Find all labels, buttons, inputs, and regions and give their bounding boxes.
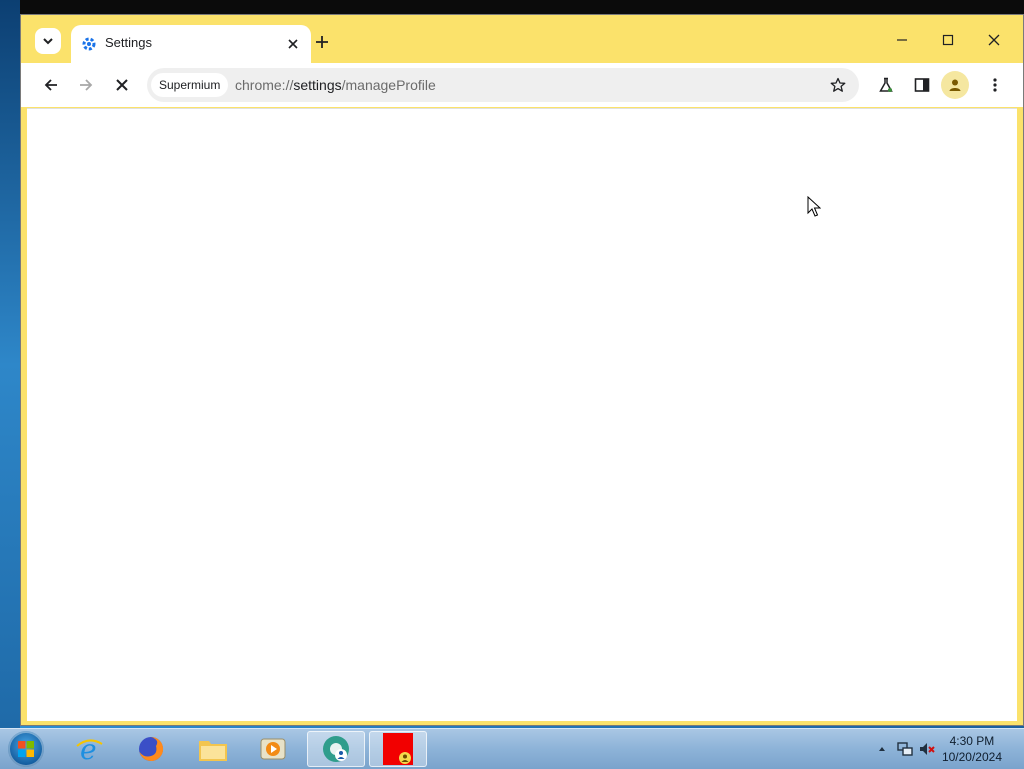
firefox-icon	[139, 736, 164, 761]
tab-strip: Settings	[21, 15, 1023, 63]
minimize-button[interactable]	[891, 29, 913, 51]
start-button[interactable]	[8, 731, 44, 767]
side-panel-button[interactable]	[908, 71, 936, 99]
taskbar-supermium[interactable]	[307, 731, 365, 767]
side-panel-icon	[914, 78, 930, 92]
url-host: settings	[293, 77, 342, 93]
close-window-button[interactable]	[983, 29, 1005, 51]
browser-window: Settings Supermium chrome://settings/man…	[20, 14, 1024, 726]
network-icon[interactable]	[896, 740, 914, 758]
stop-loading-button[interactable]	[108, 71, 136, 99]
supermium-icon	[323, 736, 349, 762]
taskbar-firefox[interactable]	[122, 731, 180, 767]
back-button[interactable]	[37, 71, 65, 99]
profile-app-icon	[383, 733, 413, 765]
taskbar-red-app[interactable]	[369, 731, 427, 767]
plus-icon	[316, 36, 328, 48]
maximize-button[interactable]	[937, 29, 959, 51]
maximize-icon	[942, 34, 954, 46]
tab-settings[interactable]: Settings	[71, 25, 311, 63]
labs-button[interactable]	[872, 71, 900, 99]
tab-title: Settings	[105, 35, 152, 50]
taskbar-file-explorer[interactable]	[184, 731, 242, 767]
avatar-icon	[949, 79, 961, 91]
folder-icon	[199, 741, 227, 761]
forward-button[interactable]	[72, 71, 100, 99]
bookmark-button[interactable]	[827, 74, 849, 96]
windows-logo-icon	[18, 741, 34, 757]
flask-icon	[879, 77, 893, 92]
close-icon	[988, 34, 1000, 46]
tray-expand-icon[interactable]	[878, 745, 886, 753]
settings-gear-icon	[82, 37, 96, 51]
forward-arrow-icon	[80, 79, 93, 91]
system-tray: 4:30 PM 10/20/2024	[864, 729, 1024, 769]
page-content	[27, 108, 1017, 721]
minimize-icon	[897, 39, 907, 41]
clock[interactable]: 4:30 PM 10/20/2024	[942, 733, 1002, 765]
taskbar-media-player[interactable]	[244, 731, 302, 767]
tab-search-button[interactable]	[35, 28, 61, 54]
volume-muted-icon[interactable]	[918, 740, 936, 758]
site-chip[interactable]: Supermium	[151, 73, 229, 97]
back-arrow-icon	[44, 79, 57, 91]
taskbar: e 4:30 PM 10/20/2024	[0, 728, 1024, 769]
new-tab-button[interactable]	[311, 31, 333, 53]
browser-menu-button[interactable]	[981, 71, 1009, 99]
clock-time: 4:30 PM	[949, 734, 995, 748]
mouse-cursor-icon	[807, 196, 821, 217]
profile-button[interactable]	[941, 71, 969, 99]
internet-explorer-icon: e	[76, 734, 103, 764]
kebab-menu-icon	[993, 78, 997, 92]
svg-text:e: e	[80, 734, 97, 764]
star-icon	[830, 77, 846, 92]
browser-toolbar: Supermium chrome://settings/manageProfil…	[21, 63, 1023, 107]
url-scheme: chrome://	[235, 77, 294, 93]
desktop-top-strip	[0, 0, 1024, 14]
address-bar[interactable]: Supermium chrome://settings/manageProfil…	[147, 68, 859, 102]
close-icon	[288, 39, 298, 49]
url-text: chrome://settings/manageProfile	[235, 77, 436, 93]
clock-date: 10/20/2024	[941, 750, 1002, 764]
url-path: /manageProfile	[341, 77, 436, 93]
taskbar-internet-explorer[interactable]: e	[60, 731, 118, 767]
stop-icon	[116, 79, 128, 91]
desktop-background	[0, 0, 20, 730]
chevron-down-icon	[43, 38, 53, 45]
media-player-icon	[260, 738, 286, 760]
tab-close-button[interactable]	[283, 34, 303, 54]
